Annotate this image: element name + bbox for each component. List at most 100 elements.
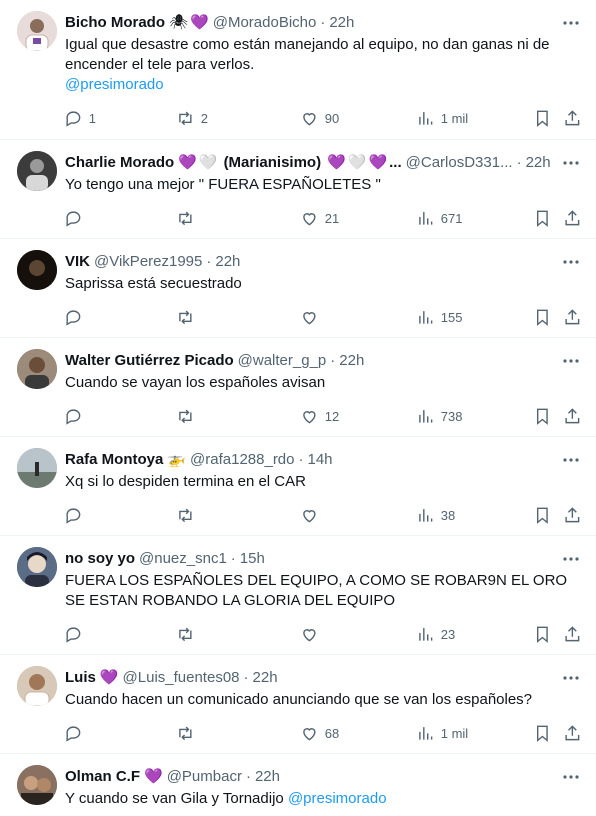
bookmark-button[interactable] [533, 209, 552, 228]
retweet-button[interactable] [176, 407, 201, 426]
views-button[interactable]: 671 [416, 209, 462, 228]
avatar[interactable] [17, 151, 57, 191]
more-options-icon[interactable] [561, 252, 581, 272]
bookmark-button[interactable] [533, 109, 552, 128]
avatar[interactable] [17, 765, 57, 805]
reply-button[interactable] [64, 308, 89, 327]
timestamp[interactable]: 15h [240, 549, 265, 569]
timestamp[interactable]: 22h [253, 668, 278, 688]
more-options-icon[interactable] [561, 351, 581, 371]
timestamp[interactable]: 22h [329, 13, 354, 33]
bookmark-button[interactable] [533, 724, 552, 743]
views-button[interactable]: 738 [416, 407, 462, 426]
like-button[interactable]: 68 [300, 724, 339, 743]
timestamp[interactable]: 22h [339, 351, 364, 371]
like-button[interactable] [300, 308, 325, 327]
avatar[interactable] [17, 250, 57, 290]
more-options-icon[interactable] [561, 450, 581, 470]
like-button[interactable]: 12 [300, 407, 339, 426]
retweet-button[interactable]: 2 [176, 109, 208, 128]
more-options-icon[interactable] [561, 549, 581, 569]
retweet-button[interactable] [176, 209, 201, 228]
tweet-text: Yo tengo una mejor " FUERA ESPAÑOLETES " [65, 176, 381, 193]
author-name[interactable]: Walter Gutiérrez Picado [65, 351, 234, 371]
timestamp[interactable]: 22h [255, 767, 280, 787]
tweet[interactable]: Luis 💜 @Luis_fuentes08 · 22h Cuando hace… [0, 655, 596, 754]
author-handle[interactable]: @CarlosD331... [406, 153, 513, 173]
more-options-icon[interactable] [561, 153, 581, 173]
mention-link[interactable]: @presimorado [65, 76, 164, 93]
views-button[interactable]: 1 mil [416, 109, 468, 128]
reply-button[interactable] [64, 625, 89, 644]
share-button[interactable] [563, 308, 582, 327]
more-options-icon[interactable] [561, 767, 581, 787]
share-button[interactable] [563, 625, 582, 644]
avatar[interactable] [17, 547, 57, 587]
views-button[interactable]: 23 [416, 625, 455, 644]
tweet[interactable]: VIK @VikPerez1995 · 22h Saprissa está se… [0, 239, 596, 338]
reply-button[interactable]: 1 [64, 109, 96, 128]
reply-button[interactable] [64, 506, 89, 525]
tweet[interactable]: Olman C.F 💜 @Pumbacr · 22h Y cuando se v… [0, 754, 596, 816]
retweet-button[interactable] [176, 506, 201, 525]
reply-button[interactable] [64, 724, 89, 743]
author-name[interactable]: VIK [65, 252, 90, 272]
author-handle[interactable]: @MoradoBicho [213, 13, 317, 33]
views-button[interactable]: 155 [416, 308, 462, 327]
bookmark-button[interactable] [533, 308, 552, 327]
action-bar: 1 2 90 1 mil [64, 108, 584, 128]
share-button[interactable] [563, 506, 582, 525]
like-button[interactable] [300, 506, 325, 525]
share-button[interactable] [563, 209, 582, 228]
author-handle[interactable]: @walter_g_p [238, 351, 327, 371]
author-name[interactable]: Rafa Montoya [65, 450, 163, 470]
more-options-icon[interactable] [561, 13, 581, 33]
author-name[interactable]: Olman C.F [65, 767, 140, 787]
more-options-icon[interactable] [561, 668, 581, 688]
retweet-button[interactable] [176, 724, 201, 743]
author-handle[interactable]: @nuez_snc1 [139, 549, 227, 569]
views-button[interactable]: 38 [416, 506, 455, 525]
author-name[interactable]: no soy yo [65, 549, 135, 569]
like-button[interactable]: 90 [300, 109, 339, 128]
bookmark-button[interactable] [533, 625, 552, 644]
tweet-text: Igual que desastre como están manejando … [65, 35, 572, 95]
author-name[interactable]: Luis [65, 668, 96, 688]
bookmark-button[interactable] [533, 407, 552, 426]
timestamp[interactable]: 22h [215, 252, 240, 272]
bookmark-button[interactable] [533, 506, 552, 525]
reply-button[interactable] [64, 407, 89, 426]
like-button[interactable] [300, 625, 325, 644]
author-handle[interactable]: @rafa1288_rdo [190, 450, 294, 470]
author-name[interactable]: Bicho Morado [65, 13, 165, 33]
author-handle[interactable]: @VikPerez1995 [94, 252, 202, 272]
reply-button[interactable] [64, 209, 89, 228]
share-button[interactable] [563, 109, 582, 128]
author-handle[interactable]: @Luis_fuentes08 [123, 668, 240, 688]
avatar[interactable] [17, 666, 57, 706]
name-badges: 💜 [100, 668, 119, 688]
avatar[interactable] [17, 349, 57, 389]
retweet-button[interactable] [176, 308, 201, 327]
views-icon [419, 211, 433, 225]
timestamp[interactable]: 14h [308, 450, 333, 470]
tweet[interactable]: Charlie Morado 💜 🤍 (Marianisimo) 💜 🤍 💜 .… [0, 140, 596, 239]
avatar[interactable] [17, 448, 57, 488]
share-button[interactable] [563, 407, 582, 426]
purple-heart-icon: 💜 [368, 154, 388, 171]
views-button[interactable]: 1 mil [416, 724, 468, 743]
author-name[interactable]: Charlie Morado [65, 153, 174, 173]
share-button[interactable] [563, 724, 582, 743]
like-button[interactable]: 21 [300, 209, 339, 228]
mention-link[interactable]: @presimorado [288, 790, 387, 807]
tweet[interactable]: Rafa Montoya 🚁 @rafa1288_rdo · 14h Xq si… [0, 437, 596, 536]
tweet[interactable]: Walter Gutiérrez Picado @walter_g_p · 22… [0, 338, 596, 437]
tweet-body: Y cuando se van Gila y Tornadijo [65, 790, 284, 807]
avatar[interactable] [17, 11, 57, 51]
tweet[interactable]: no soy yo @nuez_snc1 · 15h FUERA LOS ESP… [0, 536, 596, 655]
share-icon [565, 308, 580, 324]
author-handle[interactable]: @Pumbacr [167, 767, 242, 787]
timestamp[interactable]: 22h [526, 153, 551, 173]
tweet[interactable]: Bicho Morado 🕷 💜 @MoradoBicho · 22h Igua… [0, 0, 596, 140]
retweet-button[interactable] [176, 625, 201, 644]
